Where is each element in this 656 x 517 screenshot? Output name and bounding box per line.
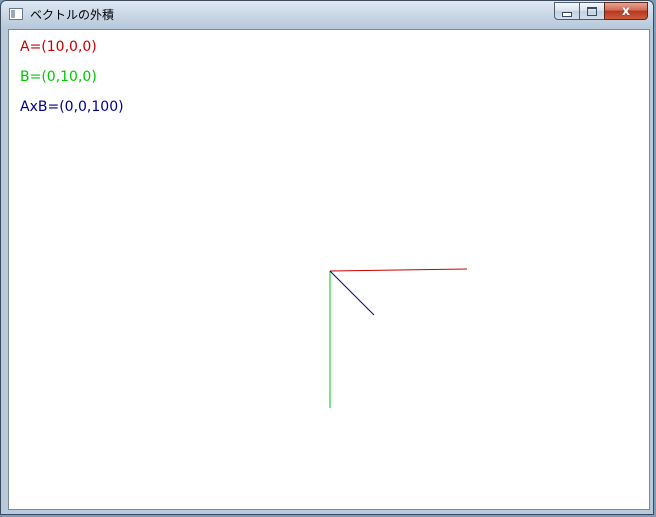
drawing-area: A=(10,0,0) B=(0,10,0) AxB=(0,0,100) xyxy=(8,29,650,510)
app-window: ベクトルの外積 x A=(10,0,0) B=(0,10,0) AxB=(0,0… xyxy=(0,0,654,515)
close-button[interactable]: x xyxy=(604,2,648,20)
minimize-icon xyxy=(562,11,572,17)
cross-product-line xyxy=(329,270,375,316)
vector-canvas xyxy=(329,268,468,408)
title-bar[interactable]: ベクトルの外積 x xyxy=(1,1,653,28)
maximize-button[interactable] xyxy=(579,2,605,20)
vector-a-line xyxy=(329,268,468,272)
maximize-icon xyxy=(587,6,597,16)
close-icon: x xyxy=(621,3,631,19)
minimize-button[interactable] xyxy=(554,2,580,20)
window-icon[interactable] xyxy=(9,8,23,20)
window-title: ベクトルの外積 xyxy=(30,8,115,22)
